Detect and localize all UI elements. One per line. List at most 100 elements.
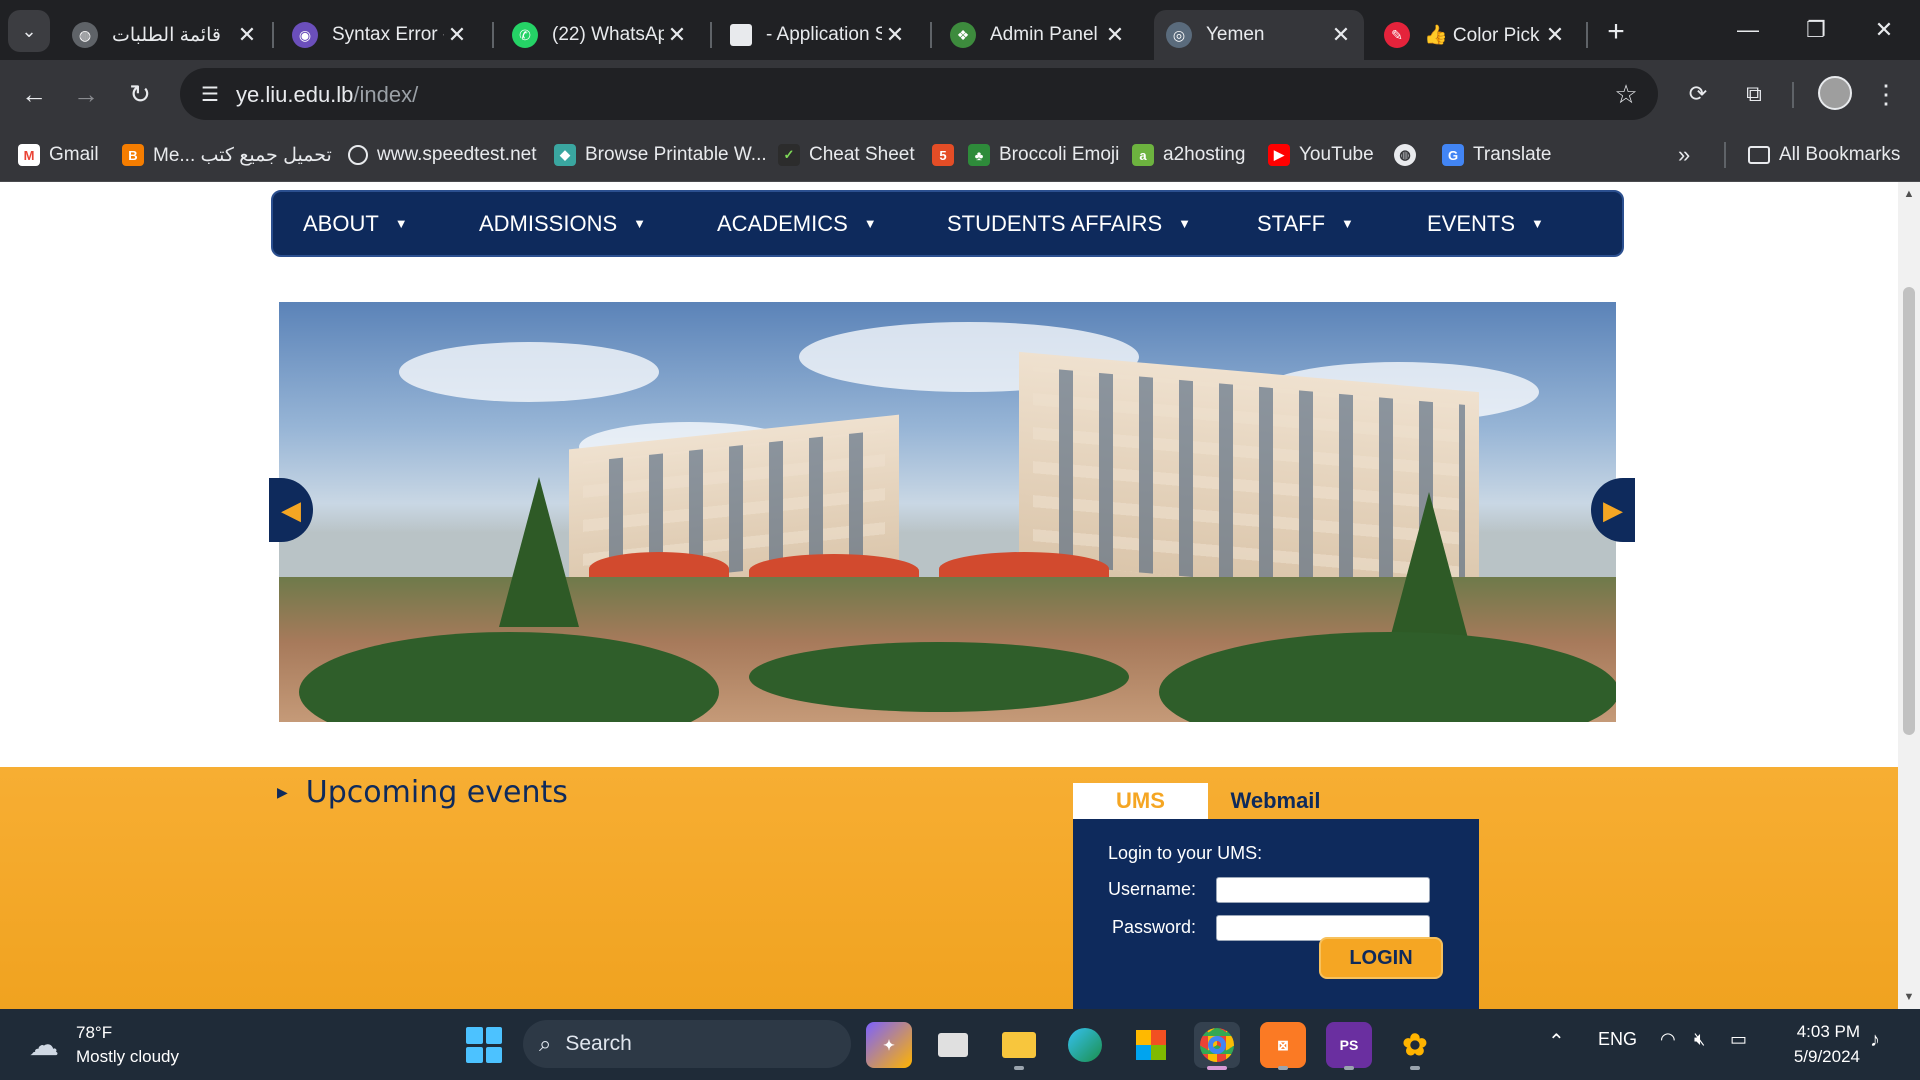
microsoft-store-icon[interactable]	[1128, 1022, 1174, 1068]
running-indicator	[1278, 1066, 1288, 1070]
bookmark-globe[interactable]: ◍	[1394, 140, 1425, 170]
tab-syntax-error[interactable]: ◉ Syntax Error - ✕	[280, 10, 480, 60]
volume-muted-icon[interactable]: 🔇︎	[1694, 1029, 1705, 1050]
edge-browser-icon[interactable]	[1062, 1022, 1108, 1068]
bookmark-html5[interactable]: 5	[932, 140, 963, 170]
paint-app-icon[interactable]: ✿	[1392, 1022, 1438, 1070]
tab-application[interactable]: - Application S ✕	[718, 10, 918, 60]
blogger-icon: B	[122, 144, 144, 166]
tab-webmail[interactable]: Webmail	[1208, 783, 1343, 819]
tab-admin-panel[interactable]: ❖ Admin Panel - ✕	[938, 10, 1138, 60]
close-icon[interactable]: ✕	[234, 22, 260, 48]
phpstorm-icon[interactable]: PS	[1326, 1022, 1372, 1070]
tab-title: قائمة الطلبات	[112, 24, 221, 46]
bookmark-printable[interactable]: ◆ Browse Printable W...	[554, 140, 767, 170]
wifi-icon[interactable]: ◠	[1660, 1029, 1676, 1050]
bookmark-label: Gmail	[49, 144, 99, 165]
new-tab-button[interactable]: +	[1598, 14, 1634, 50]
nav-label: ABOUT	[303, 210, 379, 236]
close-icon[interactable]: ✕	[882, 22, 908, 48]
tab-color-picker[interactable]: ✎ 👍 Color Pick ✕	[1372, 10, 1578, 60]
back-button[interactable]: ←	[14, 74, 54, 114]
double-chevron-right-icon: »	[1678, 142, 1691, 167]
bookmark-broccoli[interactable]: ♣ Broccoli Emoji	[968, 140, 1119, 170]
bookmark-speedtest[interactable]: www.speedtest.net	[348, 140, 536, 170]
close-window-button[interactable]: ✕	[1856, 8, 1912, 52]
close-icon[interactable]: ✕	[1102, 22, 1128, 48]
reload-icon: ↻	[129, 78, 151, 109]
show-hidden-icons-button[interactable]: ⌃	[1548, 1029, 1565, 1054]
taskbar-search[interactable]: ⌕ Search	[523, 1020, 851, 1068]
nav-students-affairs[interactable]: STUDENTS AFFAIRS ▼	[947, 192, 1191, 255]
tab-yemen[interactable]: ◎ Yemen ✕	[1154, 10, 1364, 60]
page-scrollbar[interactable]: ▲ ▼	[1898, 182, 1920, 1009]
upcoming-events-heading[interactable]: ▶ Upcoming events	[277, 775, 568, 810]
profile-avatar[interactable]	[1818, 76, 1852, 110]
reload-button[interactable]: ↻	[120, 74, 160, 114]
bookmark-star-icon[interactable]: ☆	[1608, 76, 1644, 112]
nav-staff[interactable]: STAFF ▼	[1257, 192, 1354, 255]
nav-about[interactable]: ABOUT ▼	[303, 192, 408, 255]
xampp-icon[interactable]: ⊠	[1260, 1022, 1306, 1070]
all-bookmarks-button[interactable]: All Bookmarks	[1748, 140, 1900, 170]
notification-bell-icon[interactable]: ♪	[1870, 1029, 1880, 1052]
bookmark-books[interactable]: B Me... تحميل جميع كتب	[122, 140, 332, 170]
nav-academics[interactable]: ACADEMICS ▼	[717, 192, 877, 255]
scrollbar-thumb[interactable]	[1903, 287, 1915, 735]
windows-logo-tile	[485, 1046, 502, 1063]
chrome-app-icon[interactable]	[1194, 1022, 1240, 1070]
login-title: Login to your UMS:	[1108, 843, 1263, 863]
caret-down-icon: ▼	[1531, 216, 1544, 231]
minimize-button[interactable]: —	[1720, 8, 1776, 52]
gmail-icon: M	[18, 144, 40, 166]
nav-admissions[interactable]: ADMISSIONS ▼	[479, 192, 646, 255]
extensions-button[interactable]: ⧉	[1734, 74, 1774, 114]
login-tabs: UMS Webmail	[1073, 783, 1479, 819]
system-clock[interactable]: 4:03 PM 5/9/2024	[1770, 1019, 1860, 1069]
restore-button[interactable]: ❐	[1788, 8, 1844, 52]
start-button[interactable]	[466, 1027, 502, 1063]
close-icon[interactable]: ✕	[664, 22, 690, 48]
bookmark-label: YouTube	[1299, 144, 1374, 165]
tab-search-button[interactable]: ⌄	[8, 10, 50, 52]
copilot-app-icon[interactable]: ✦	[866, 1022, 912, 1068]
address-bar[interactable]: ☰ ye.liu.edu.lb/index/ ☆	[180, 68, 1658, 120]
menu-button[interactable]: ⋮	[1866, 74, 1906, 114]
bookmark-label: a2hosting	[1163, 144, 1246, 165]
weather-widget[interactable]: ☁ 78°F Mostly cloudy	[24, 1021, 179, 1069]
bookmark-cheat-sheet[interactable]: ✓ Cheat Sheet	[778, 140, 915, 170]
sync-icon: ⟳	[1688, 81, 1708, 106]
minimize-icon: —	[1737, 17, 1759, 42]
bookmark-a2hosting[interactable]: a a2hosting	[1132, 140, 1245, 170]
more-bookmarks-button[interactable]: »	[1678, 140, 1690, 170]
bookmark-label: Browse Printable W...	[585, 144, 767, 165]
task-view-icon[interactable]	[930, 1022, 976, 1068]
scroll-down-icon[interactable]: ▼	[1898, 987, 1920, 1007]
scroll-up-icon[interactable]: ▲	[1898, 184, 1920, 204]
close-icon[interactable]: ✕	[1328, 22, 1354, 48]
site-settings-icon[interactable]: ☰	[194, 78, 226, 110]
tab-whatsapp[interactable]: ✆ (22) WhatsApp ✕	[500, 10, 700, 60]
bookmarks-divider	[1724, 142, 1726, 168]
tab-ums[interactable]: UMS	[1073, 783, 1208, 819]
folder-icon	[1748, 146, 1770, 164]
close-icon[interactable]: ✕	[1542, 22, 1568, 48]
battery-icon[interactable]: ▭	[1730, 1029, 1747, 1050]
bookmark-translate[interactable]: G Translate	[1442, 140, 1552, 170]
restore-icon: ❐	[1806, 17, 1826, 42]
forward-button[interactable]: →	[66, 74, 106, 114]
file-explorer-icon[interactable]	[996, 1022, 1042, 1070]
close-icon[interactable]: ✕	[444, 22, 470, 48]
puzzle-icon: ⧉	[1746, 81, 1762, 106]
nav-label: STAFF	[1257, 210, 1326, 236]
login-button[interactable]: LOGIN	[1319, 937, 1443, 979]
username-field[interactable]	[1216, 877, 1430, 903]
sync-button[interactable]: ⟳	[1678, 74, 1718, 114]
tab-requests[interactable]: ◍ قائمة الطلبات ✕	[60, 10, 270, 60]
url-text[interactable]: ye.liu.edu.lb/index/	[236, 82, 418, 108]
bookmark-youtube[interactable]: ▶ YouTube	[1268, 140, 1374, 170]
language-indicator[interactable]: ENG	[1598, 1029, 1637, 1050]
bookmark-gmail[interactable]: M Gmail	[18, 140, 99, 170]
bookmark-label: Translate	[1473, 144, 1552, 165]
nav-events[interactable]: EVENTS ▼	[1427, 192, 1544, 255]
